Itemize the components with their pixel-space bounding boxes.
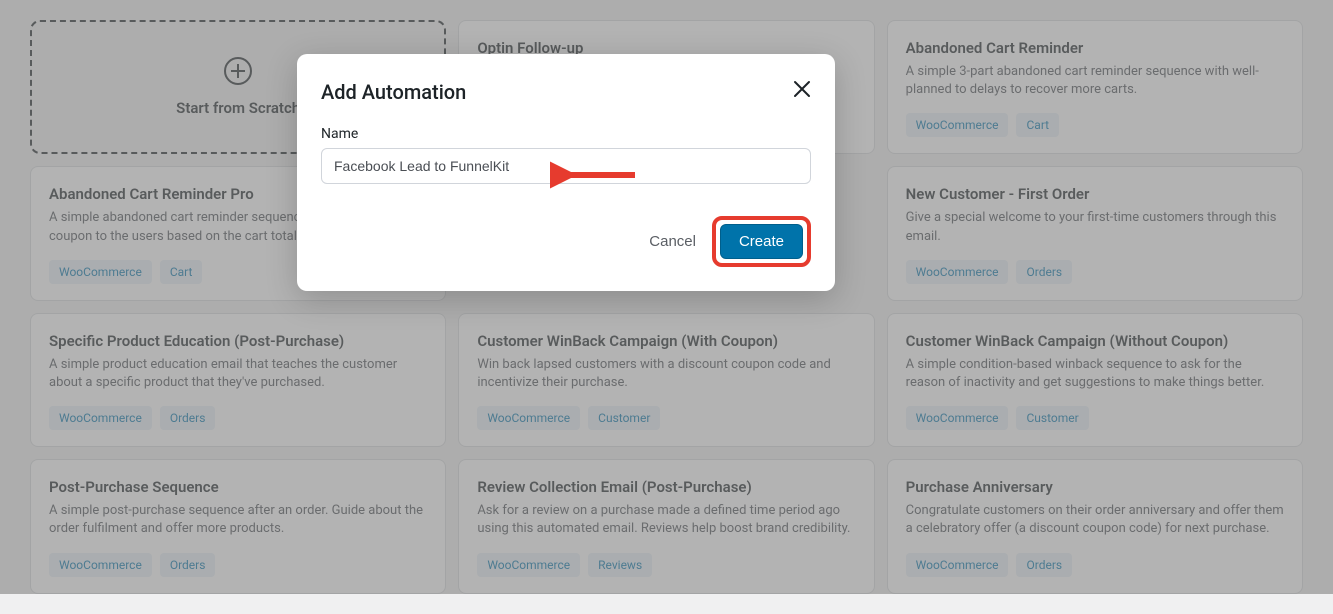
create-button[interactable]: Create — [720, 224, 803, 259]
modal-title: Add Automation — [321, 80, 466, 104]
name-label: Name — [321, 126, 811, 142]
close-icon[interactable] — [793, 80, 811, 101]
cancel-button[interactable]: Cancel — [645, 225, 700, 258]
add-automation-modal: Add Automation Name Cancel Create — [297, 54, 835, 291]
create-button-highlight: Create — [712, 216, 811, 267]
automation-name-input[interactable] — [321, 148, 811, 184]
